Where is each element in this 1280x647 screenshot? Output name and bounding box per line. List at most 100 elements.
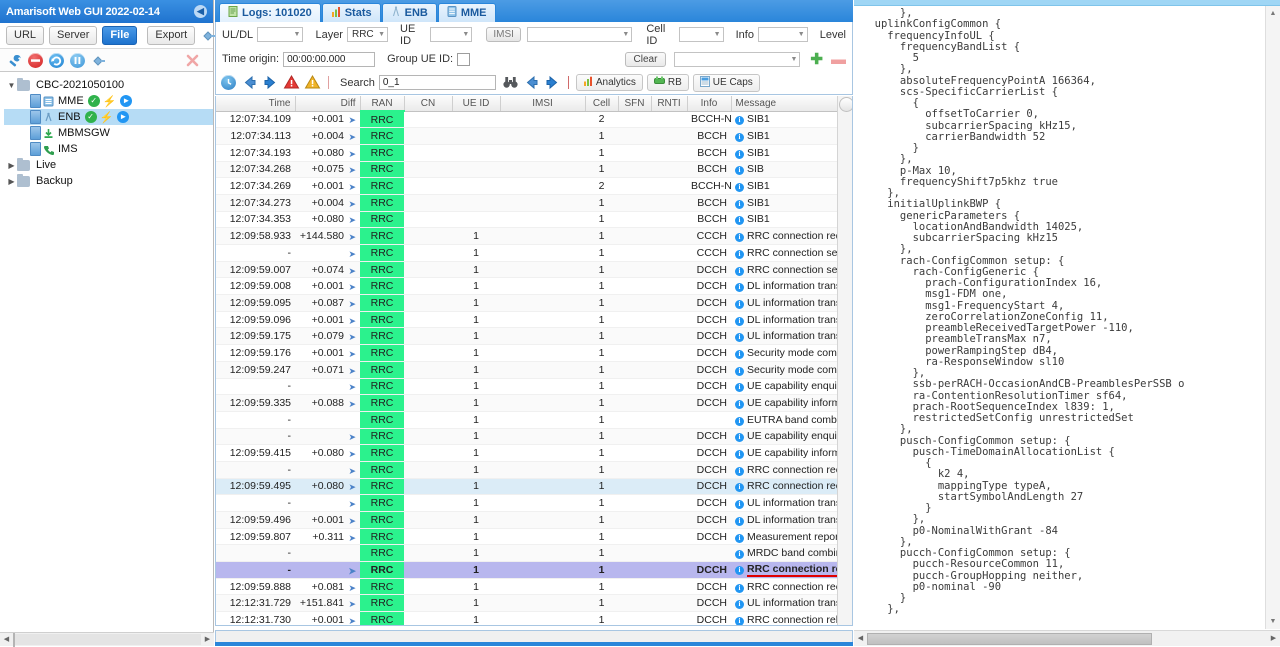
scroll-right-icon[interactable]: ▶ [1267,633,1280,645]
scroll-right-icon[interactable]: ▶ [201,634,214,646]
stop-icon[interactable] [27,52,44,69]
table-row[interactable]: 12:09:59.496 +0.001 ➤ RRC 1 1 DCCH i DL informat… [216,511,852,529]
collapse-arrow-icon[interactable]: ▶ [6,177,17,186]
plug-icon[interactable] [90,52,107,69]
search-next-icon[interactable] [544,74,561,91]
play-icon[interactable]: ► [117,111,130,123]
table-row[interactable]: 12:07:34.109+0.001➤RRC 2 BCCH-NRiSIB1 [216,111,852,129]
scroll-left-icon[interactable]: ◀ [854,633,867,645]
table-row[interactable]: 12:09:59.807 +0.311 ➤ RRC 1 1 DCCH i Measurement… [216,528,852,546]
details-vertical-scrollbar[interactable]: ▲ ▼ [1265,6,1280,629]
imsi-button[interactable]: IMSI [486,27,521,42]
table-row[interactable]: 12:07:34.268 +0.075 ➤ RRC 1 BCCH i SIB [216,161,852,179]
analytics-button[interactable]: Analytics [575,74,643,91]
table-row[interactable]: 12:09:59.495 +0.080 ➤ RRC 1 1 DCCH i RRC connect… [216,478,852,496]
rb-button[interactable]: RB [646,74,689,91]
layer-select[interactable]: RRC ▼ [346,27,389,42]
expand-arrow-icon[interactable]: ▼ [6,81,17,90]
group-ueid-checkbox[interactable] [457,52,471,66]
table-row[interactable]: 12:09:59.415 +0.080 ➤ RRC 1 1 DCCH i UE capabili… [216,444,852,462]
scroll-down-icon[interactable]: ▼ [1268,616,1279,627]
col-time[interactable]: Time [216,96,296,112]
info-select[interactable]: ▼ [757,27,808,42]
table-row[interactable]: 12:09:59.247 +0.071 ➤ RRC 1 1 DCCH i Security mo… [216,361,852,379]
source-button-file[interactable]: File [102,26,138,45]
table-row[interactable]: 12:09:58.933 +144.580 ➤ RRC 1 1 CCCH i RRC conne… [216,227,852,245]
scroll-thumb[interactable] [867,632,1152,645]
tree-item-cbc[interactable]: ▼ CBC-2021050100 [4,77,213,93]
tab-logs[interactable]: Logs: 101020 [219,3,321,22]
time-origin-input[interactable]: 00:00:00.000 [283,51,376,67]
collapse-arrow-icon[interactable]: ▶ [6,161,17,170]
tree-item-live[interactable]: ▶ Live [4,157,213,173]
table-row[interactable]: 12:07:34.193 +0.080 ➤ RRC 1 BCCH i SIB1 [216,144,852,162]
col-ran[interactable]: RAN [360,96,405,112]
scroll-up-icon[interactable]: ▲ [1268,8,1279,19]
table-row[interactable]: - ➤ RRC 1 1 DCCH i UE capability enquiry [216,428,852,446]
table-vertical-scrollbar[interactable] [837,96,852,625]
warning-icon[interactable] [304,74,321,91]
col-message[interactable]: Message [731,96,852,112]
search-input[interactable]: 0_1 [378,75,496,90]
clock-icon[interactable] [220,74,237,91]
scroll-thumb[interactable] [839,97,852,112]
minus-icon[interactable]: ▬ [831,52,846,67]
source-button-server[interactable]: Server [49,26,98,45]
refresh-icon[interactable] [48,52,65,69]
arrow-right-icon[interactable] [262,74,279,91]
table-row[interactable]: 12:09:59.095 +0.087 ➤ RRC 1 1 DCCH i UL informat… [216,294,852,312]
ueid-select[interactable]: ▼ [429,27,473,42]
col-ueid[interactable]: UE ID [452,96,501,112]
source-button-url[interactable]: URL [6,26,45,45]
table-row[interactable]: 12:09:59.888 +0.081 ➤ RRC 1 1 DCCH i RRC connect… [216,578,852,596]
tab-stats[interactable]: Stats [321,3,381,22]
table-row[interactable]: 12:09:59.008 +0.001 ➤ RRC 1 1 DCCH i DL informat… [216,277,852,296]
col-imsi[interactable]: IMSI [500,96,586,112]
col-cell[interactable]: Cell [585,96,619,112]
col-info[interactable]: Info [687,96,732,112]
table-row[interactable]: 12:09:59.096 +0.001 ➤ RRC 1 1 DCCH i DL informat… [216,311,852,329]
message-detail-view[interactable]: }, uplinkConfigCommon { frequencyInfoUL … [854,6,1264,629]
error-icon[interactable] [283,74,300,91]
table-row[interactable]: - ➤ RRC 1 1 DCCHiRRC connection reconfigurati… [216,561,852,579]
tab-enb[interactable]: ENB [381,3,437,22]
scroll-left-icon[interactable]: ◀ [0,634,13,646]
table-row[interactable]: 12:09:59.335 +0.088 ➤ RRC 1 1 DCCH i UE capabili… [216,394,852,412]
table-row[interactable]: 12:07:34.353 +0.080 ➤ RRC 1 BCCH i SIB1 [216,211,852,229]
cellid-select[interactable]: ▼ [679,27,724,42]
table-row[interactable]: 12:09:59.176 +0.001 ➤ RRC 1 1 DCCH i Security mo… [216,344,852,362]
table-row[interactable]: 12:09:59.175 +0.079 ➤ RRC 1 1 DCCH i UL informat… [216,327,852,346]
table-row[interactable]: 12:12:31.730 +0.001 ➤ RRC 1 1 DCCH i RRC connect… [216,611,852,625]
binoculars-icon[interactable] [502,74,519,91]
pause-icon[interactable] [69,52,86,69]
table-row[interactable]: 12:07:34.269+0.001➤RRC 2 BCCH-NRiSIB1 [216,177,852,195]
close-icon[interactable] [184,52,201,69]
scroll-thumb[interactable] [13,633,15,647]
table-row[interactable]: 12:09:59.007 +0.074 ➤ RRC 1 1 DCCH i RRC connect… [216,261,852,279]
col-rnti[interactable]: RNTI [651,96,688,112]
arrow-left-icon[interactable] [241,74,258,91]
search-prev-icon[interactable] [523,74,540,91]
play-icon[interactable]: ► [120,95,133,107]
col-cn[interactable]: CN [404,96,453,112]
imsi-select[interactable]: ▼ [526,27,633,42]
col-diff[interactable]: Diff [295,96,361,112]
tree-item-ims[interactable]: IMS [4,141,213,157]
chevron-left-icon[interactable]: ◀ [194,5,207,18]
wrench-icon[interactable] [6,52,23,69]
tab-mme[interactable]: MME [437,3,496,22]
table-row[interactable]: - RRC 1 1 iEUTRA band combinations [216,411,852,429]
table-row[interactable]: - RRC 1 1 iMRDC band combinations [216,544,852,563]
table-row[interactable]: 12:12:31.729 +151.841 ➤ RRC 1 1 DCCH i UL inform… [216,594,852,613]
table-row[interactable]: - ➤ RRC 1 1 DCCH i UL information transfer [216,494,852,512]
sidebar-horizontal-scrollbar[interactable]: ◀ ▶ [0,632,214,647]
filter-extra-select[interactable]: ▼ [674,51,801,67]
table-row[interactable]: 12:07:34.113 +0.004 ➤ RRC 1 BCCH i SIB1 [216,127,852,145]
table-row[interactable]: - ➤ RRC 1 1 DCCHiRRC connection reconfigurati… [216,461,852,479]
export-button[interactable]: Export [147,26,196,45]
table-row[interactable]: - ➤ RRC 1 1 CCCH i RRC connection setup [216,244,852,262]
tree-item-mme[interactable]: MME ✓ ⚡ ► [4,93,213,109]
details-horizontal-scrollbar[interactable]: ◀ ▶ [854,630,1280,646]
tree-item-mbmsgw[interactable]: MBMSGW [4,125,213,141]
plus-icon[interactable]: ✚ [810,52,823,67]
